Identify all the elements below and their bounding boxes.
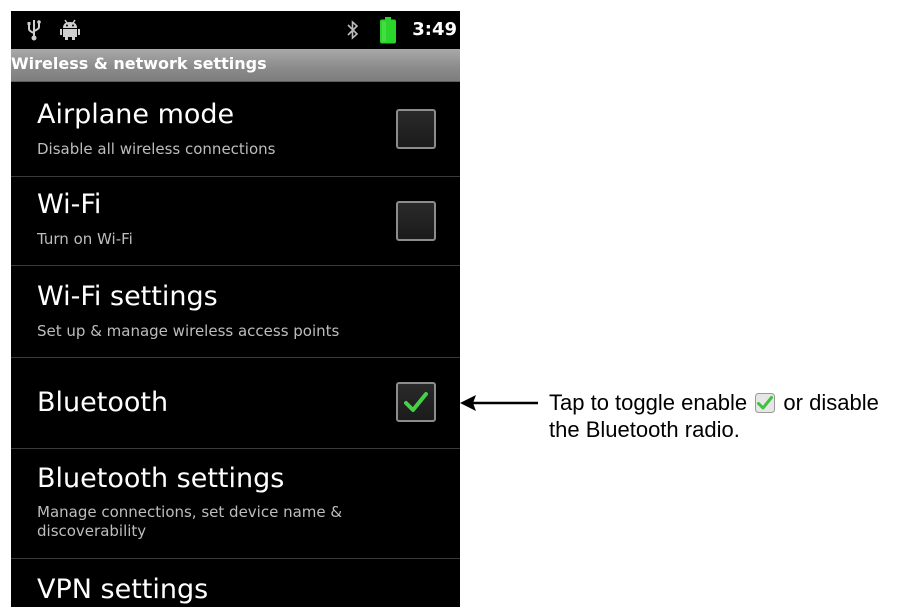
setting-wifi[interactable]: Wi-Fi Turn on Wi-Fi (11, 177, 460, 265)
setting-title: Bluetooth settings (37, 463, 285, 494)
android-debug-icon (60, 19, 80, 40)
bluetooth-checkbox[interactable] (396, 382, 436, 422)
checkmark-icon (404, 392, 428, 412)
phone-screen: 3:49 Wireless & network settings Airplan… (11, 11, 460, 607)
bluetooth-icon (347, 20, 359, 40)
setting-title: Bluetooth (37, 387, 169, 418)
status-clock: 3:49 (412, 19, 457, 40)
setting-title: Wi-Fi (37, 189, 102, 220)
callout-arrow (460, 395, 538, 411)
setting-airplane-mode[interactable]: Airplane mode Disable all wireless conne… (11, 82, 460, 176)
title-bar: Wireless & network settings (11, 49, 460, 82)
setting-title: Airplane mode (37, 99, 235, 130)
setting-title: Wi-Fi settings (37, 281, 218, 312)
setting-summary: Set up & manage wireless access points (37, 322, 340, 340)
setting-vpn-settings[interactable]: VPN settings (11, 559, 460, 607)
setting-title: VPN settings (37, 574, 209, 605)
checkbox-checked-icon (755, 393, 776, 413)
callout-text-before: Tap to toggle enable (549, 390, 748, 415)
setting-summary: Disable all wireless connections (37, 140, 276, 158)
status-bar: 3:49 (11, 11, 460, 49)
callout-text: Tap to toggle enable or disable the Blue… (549, 389, 906, 443)
battery-icon (380, 17, 396, 44)
setting-bluetooth-settings[interactable]: Bluetooth settings Manage connections, s… (11, 449, 460, 558)
wifi-checkbox[interactable] (396, 201, 436, 241)
setting-summary: Manage connections, set device name & di… (37, 503, 343, 540)
setting-summary: Turn on Wi-Fi (37, 230, 133, 248)
usb-icon (27, 20, 41, 41)
setting-wifi-settings[interactable]: Wi-Fi settings Set up & manage wireless … (11, 266, 460, 357)
airplane-mode-checkbox[interactable] (396, 109, 436, 149)
page-title: Wireless & network settings (11, 54, 267, 73)
setting-bluetooth[interactable]: Bluetooth (11, 358, 460, 448)
